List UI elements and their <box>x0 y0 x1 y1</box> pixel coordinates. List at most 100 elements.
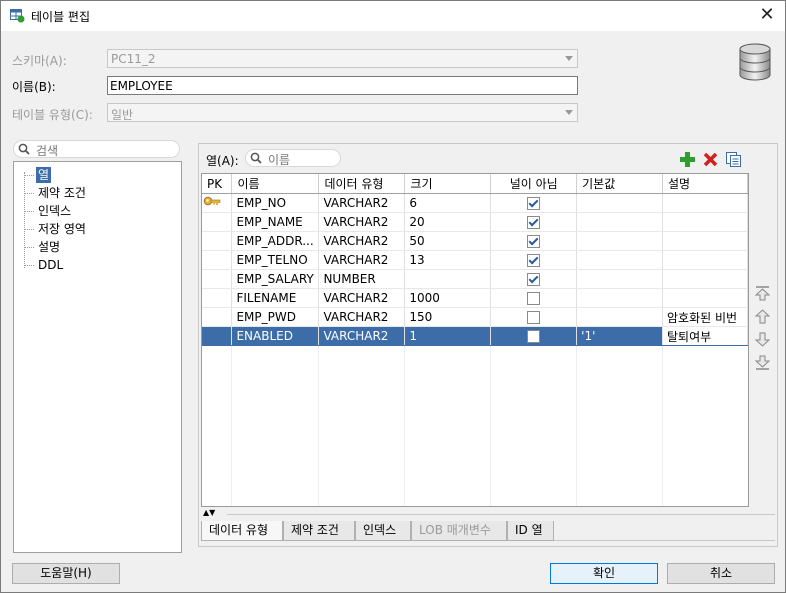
size-cell[interactable]: 50 <box>404 231 492 251</box>
tree-item-indexes[interactable]: 인덱스 <box>36 203 73 219</box>
table-row[interactable]: ENABLED VARCHAR2 1 '1' 탈퇴여부 <box>202 326 748 346</box>
name-cell[interactable]: EMP_ADDR... <box>231 231 320 251</box>
not-null-cell[interactable] <box>490 269 578 289</box>
comment-cell[interactable] <box>662 269 748 289</box>
tree-item-columns[interactable]: 열 <box>36 167 52 183</box>
header-default[interactable]: 기본값 <box>576 174 663 194</box>
name-cell[interactable]: EMP_NO <box>231 193 320 213</box>
default-cell[interactable] <box>576 269 663 289</box>
not-null-checkbox[interactable] <box>527 197 541 210</box>
not-null-cell[interactable] <box>490 212 578 232</box>
default-cell[interactable]: '1' <box>576 326 663 346</box>
comment-cell[interactable]: 암호화된 비번 <box>662 307 748 327</box>
comment-cell[interactable]: 탈퇴여부 <box>662 326 748 346</box>
pk-cell[interactable] <box>202 269 233 289</box>
data-type-cell[interactable]: NUMBER <box>318 269 406 289</box>
data-type-cell[interactable]: VARCHAR2 <box>318 326 406 346</box>
comment-cell[interactable] <box>662 231 748 251</box>
move-to-bottom-icon[interactable] <box>754 354 771 371</box>
column-search-input[interactable]: 이름 <box>245 149 341 167</box>
data-type-cell[interactable]: VARCHAR2 <box>318 250 406 270</box>
header-pk[interactable]: PK <box>202 174 233 194</box>
table-row[interactable]: EMP_SALARY NUMBER <box>202 269 748 289</box>
pk-cell[interactable] <box>202 212 233 232</box>
not-null-checkbox[interactable] <box>527 254 541 267</box>
pk-cell[interactable] <box>202 250 233 270</box>
move-down-icon[interactable] <box>754 331 771 348</box>
not-null-cell[interactable] <box>490 231 578 251</box>
tree-item-comments[interactable]: 설명 <box>36 239 62 255</box>
tree-item-storage[interactable]: 저장 영역 <box>36 221 88 237</box>
default-cell[interactable] <box>576 250 663 270</box>
tree-search-input[interactable]: 검색 <box>13 140 180 158</box>
tab-constraints[interactable]: 제약 조건 <box>283 521 355 541</box>
ok-button[interactable]: 확인 <box>550 563 658 584</box>
move-to-top-icon[interactable] <box>754 285 771 302</box>
not-null-checkbox[interactable] <box>527 330 541 343</box>
name-cell[interactable]: EMP_TELNO <box>231 250 320 270</box>
default-cell[interactable] <box>576 231 663 251</box>
data-type-cell[interactable]: VARCHAR2 <box>318 307 406 327</box>
comment-cell[interactable] <box>662 193 748 213</box>
splitter-arrows-icon[interactable]: ▲▼ <box>203 508 215 517</box>
not-null-checkbox[interactable] <box>527 273 541 286</box>
pk-cell[interactable] <box>202 307 233 327</box>
header-data-type[interactable]: 데이터 유형 <box>318 174 406 194</box>
not-null-cell[interactable] <box>490 288 578 308</box>
not-null-checkbox[interactable] <box>527 216 541 229</box>
add-column-icon[interactable] <box>679 151 696 168</box>
not-null-checkbox[interactable] <box>527 292 541 305</box>
not-null-cell[interactable] <box>490 193 578 213</box>
name-cell[interactable]: EMP_PWD <box>231 307 320 327</box>
default-cell[interactable] <box>576 193 663 213</box>
table-row[interactable]: EMP_ADDR... VARCHAR2 50 <box>202 231 748 251</box>
data-type-cell[interactable]: VARCHAR2 <box>318 231 406 251</box>
size-cell[interactable]: 6 <box>404 193 492 213</box>
name-input[interactable]: EMPLOYEE <box>107 76 578 95</box>
table-row[interactable]: EMP_PWD VARCHAR2 150 암호화된 비번 <box>202 307 748 327</box>
default-cell[interactable] <box>576 288 663 308</box>
comment-cell[interactable] <box>662 212 748 232</box>
comment-cell[interactable] <box>662 250 748 270</box>
pk-cell[interactable] <box>202 193 233 213</box>
table-row[interactable]: EMP_NAME VARCHAR2 20 <box>202 212 748 232</box>
header-size[interactable]: 크기 <box>404 174 492 194</box>
data-type-cell[interactable]: VARCHAR2 <box>318 288 406 308</box>
not-null-cell[interactable] <box>490 250 578 270</box>
size-cell[interactable]: 150 <box>404 307 492 327</box>
size-cell[interactable]: 1000 <box>404 288 492 308</box>
comment-cell[interactable] <box>662 288 748 308</box>
close-button[interactable]: ✕ <box>757 4 777 26</box>
name-cell[interactable]: EMP_SALARY <box>231 269 320 289</box>
pk-cell[interactable] <box>202 326 233 346</box>
table-row[interactable]: FILENAME VARCHAR2 1000 <box>202 288 748 308</box>
default-cell[interactable] <box>576 307 663 327</box>
size-cell[interactable] <box>404 269 492 289</box>
pk-cell[interactable] <box>202 288 233 308</box>
size-cell[interactable]: 13 <box>404 250 492 270</box>
name-cell[interactable]: ENABLED <box>231 326 320 346</box>
data-type-cell[interactable]: VARCHAR2 <box>318 212 406 232</box>
header-name[interactable]: 이름 <box>231 174 320 194</box>
table-row[interactable]: EMP_NO VARCHAR2 6 <box>202 193 748 213</box>
not-null-checkbox[interactable] <box>527 311 541 324</box>
pk-cell[interactable] <box>202 231 233 251</box>
not-null-cell[interactable] <box>490 307 578 327</box>
remove-column-icon[interactable] <box>702 151 719 168</box>
tree-item-constraints[interactable]: 제약 조건 <box>36 185 88 201</box>
default-cell[interactable] <box>576 212 663 232</box>
header-not-null[interactable]: 널이 아님 <box>490 174 578 194</box>
not-null-checkbox[interactable] <box>527 235 541 248</box>
tab-indexes[interactable]: 인덱스 <box>355 521 411 541</box>
move-up-icon[interactable] <box>754 308 771 325</box>
data-type-cell[interactable]: VARCHAR2 <box>318 193 406 213</box>
tab-identity-column[interactable]: ID 열 <box>507 521 554 541</box>
size-cell[interactable]: 20 <box>404 212 492 232</box>
tab-data-type[interactable]: 데이터 유형 <box>201 521 283 541</box>
copy-column-icon[interactable] <box>725 151 742 168</box>
name-cell[interactable]: FILENAME <box>231 288 320 308</box>
header-comment[interactable]: 설명 <box>662 174 748 194</box>
cancel-button[interactable]: 취소 <box>667 563 775 584</box>
not-null-cell[interactable] <box>490 326 578 346</box>
help-button[interactable]: 도움말(H) <box>12 563 120 584</box>
